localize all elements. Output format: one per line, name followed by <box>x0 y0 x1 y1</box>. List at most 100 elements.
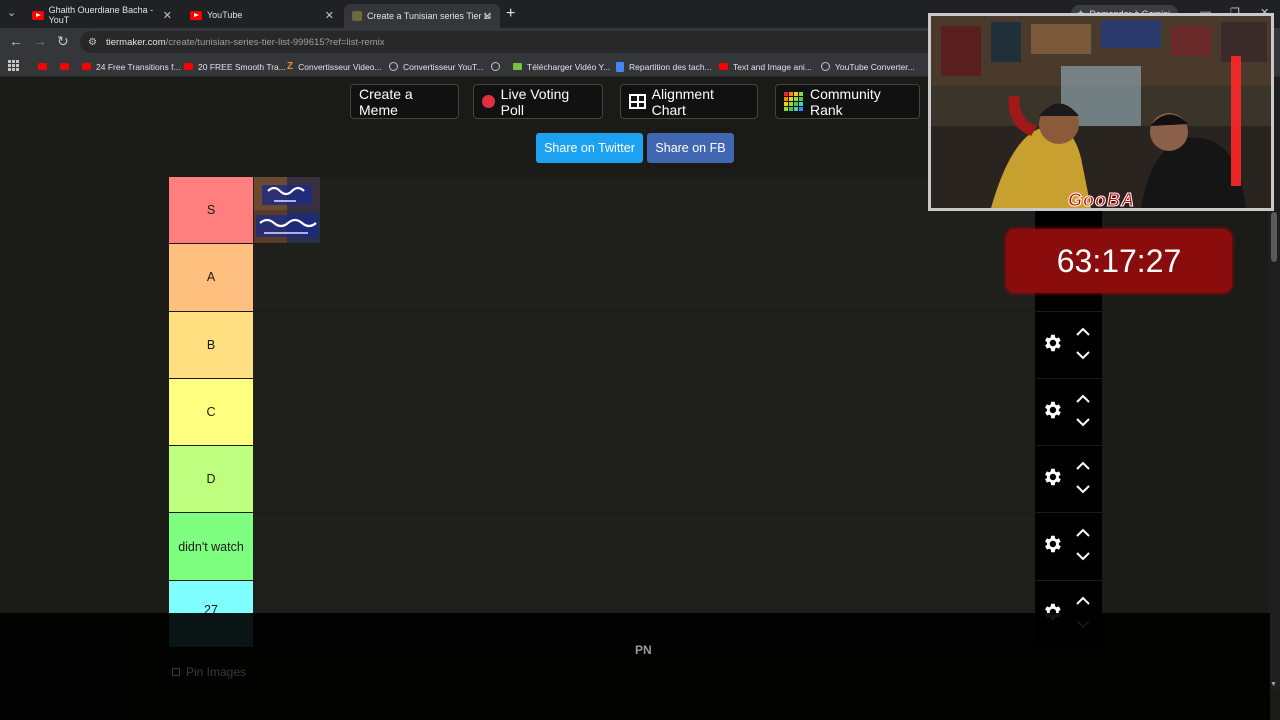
tier-label[interactable]: A <box>169 244 253 311</box>
share-fb-button[interactable]: Share on FB <box>647 133 734 163</box>
move-down-icon[interactable] <box>1075 550 1091 562</box>
tier-row-a: A <box>169 244 1102 312</box>
tier-label[interactable]: S <box>169 177 253 244</box>
youtube-icon <box>190 10 202 20</box>
youtube-icon <box>82 63 91 70</box>
url-host: tiermaker.com <box>105 36 166 48</box>
bookmark-item[interactable]: Convertisseur YouT... <box>389 59 483 74</box>
bookmark-item[interactable]: Z Convertisseur Video... <box>287 59 382 74</box>
webcam-image <box>931 16 1271 208</box>
alignment-chart-button[interactable]: Alignment Chart <box>620 84 758 119</box>
bookmark-label: Convertisseur YouT... <box>403 61 484 72</box>
bookmark-item[interactable]: 20 FREE Smooth Tra... <box>184 59 286 74</box>
community-rank-button[interactable]: Community Rank <box>775 84 920 119</box>
tier-label[interactable]: C <box>169 378 253 446</box>
webcam-feed <box>928 13 1274 211</box>
bookmark-label: Repartition des tach... <box>629 61 712 72</box>
gear-icon[interactable] <box>1041 533 1063 555</box>
scrollbar-thumb[interactable] <box>1271 212 1277 262</box>
share-twitter-button[interactable]: Share on Twitter <box>536 133 643 163</box>
tab-youtube[interactable]: YouTube ✕ <box>182 4 342 26</box>
move-up-icon[interactable] <box>1075 326 1091 338</box>
bookmark-globe[interactable] <box>491 59 505 74</box>
stream-timer: 63:17:27 <box>1006 229 1232 293</box>
tier-label[interactable]: D <box>169 446 253 513</box>
tier-row-d: D <box>169 446 1102 514</box>
overlay-caption: PN <box>635 643 652 657</box>
bookmark-item[interactable]: 24 Free Transitions f... <box>82 59 181 74</box>
bookmark-item[interactable]: Télécharger Vidéo Y... <box>513 59 610 74</box>
bookmark-label: 20 FREE Smooth Tra... <box>198 61 286 72</box>
pin-images-toggle[interactable]: Pin Images <box>172 665 246 679</box>
tier-controls <box>1035 446 1102 513</box>
tiermaker-icon <box>352 11 362 21</box>
tab-title: YouTube <box>207 10 243 20</box>
tier-controls <box>1035 311 1102 378</box>
tier-controls <box>1035 378 1102 446</box>
new-tab-icon[interactable]: + <box>506 5 515 23</box>
create-meme-button[interactable]: Create a Meme <box>350 84 459 119</box>
gear-icon[interactable] <box>1041 399 1063 421</box>
pin-images-label: Pin Images <box>186 665 247 679</box>
bookmark-youtube-2[interactable] <box>60 59 74 74</box>
url-path: /create/tunisian-series-tier-list-999615… <box>165 36 385 48</box>
z-logo-icon: Z <box>287 61 294 72</box>
apps-grid-icon[interactable] <box>8 60 19 71</box>
tier-row-b: B <box>169 311 1102 379</box>
youtube-icon <box>184 63 193 70</box>
tier-drop-zone[interactable] <box>253 446 1035 513</box>
close-tab-icon[interactable]: ✕ <box>325 9 334 22</box>
alignment-label: Alignment Chart <box>651 85 714 118</box>
live-voting-poll-button[interactable]: Live Voting Poll <box>473 84 603 119</box>
tab-title: Create a Tunisian series Tier Li <box>367 11 492 21</box>
series-thumbnail[interactable] <box>254 177 320 243</box>
bookmark-youtube-1[interactable] <box>38 59 52 74</box>
tier-row-c: C <box>169 378 1102 447</box>
move-up-icon[interactable] <box>1075 527 1091 539</box>
move-down-icon[interactable] <box>1075 349 1091 361</box>
create-meme-label: Create a Meme <box>359 85 413 118</box>
address-bar[interactable]: ⚙ tiermaker.com/create/tunisian-series-t… <box>80 31 940 53</box>
tier-controls <box>1035 513 1102 580</box>
youtube-icon <box>38 63 47 70</box>
bookmark-label: 24 Free Transitions f... <box>96 61 181 72</box>
move-up-icon[interactable] <box>1075 460 1091 472</box>
close-tab-icon[interactable]: ✕ <box>163 9 172 22</box>
tier-drop-zone[interactable] <box>253 378 1035 446</box>
tier-drop-zone[interactable] <box>253 177 1035 244</box>
live-voting-label: Live Voting Poll <box>500 85 570 118</box>
tier-drop-zone[interactable] <box>253 513 1035 580</box>
tier-drop-zone[interactable] <box>253 244 1035 311</box>
bookmark-item[interactable]: YouTube Converter... <box>821 59 915 74</box>
community-grid-icon <box>784 92 803 111</box>
site-info-icon[interactable]: ⚙ <box>88 37 97 48</box>
tier-drop-zone[interactable] <box>253 311 1035 378</box>
move-down-icon[interactable] <box>1075 483 1091 495</box>
bookmark-item[interactable]: Repartition des tach... <box>616 59 712 74</box>
tab-search-chevron-icon[interactable]: ⌄ <box>7 6 21 20</box>
youtube-icon <box>32 10 44 20</box>
tab-ghaith[interactable]: Ghaith Ouerdiane Bacha - YouT ✕ <box>24 4 180 26</box>
gear-icon[interactable] <box>1041 332 1063 354</box>
globe-icon <box>491 62 500 71</box>
gear-icon[interactable] <box>1041 466 1063 488</box>
community-label: Community Rank <box>810 85 881 118</box>
bookmark-item[interactable]: Text and Image ani... <box>719 59 812 74</box>
youtube-icon <box>60 63 69 70</box>
tier-label[interactable]: B <box>169 311 253 378</box>
download-icon <box>513 63 522 70</box>
close-tab-icon[interactable]: ✕ <box>483 10 492 23</box>
scroll-down-arrow-icon[interactable]: ▼ <box>1270 681 1277 688</box>
back-icon[interactable]: ← <box>9 34 23 48</box>
tab-tiermaker[interactable]: Create a Tunisian series Tier Li ✕ <box>344 4 500 28</box>
streamer-logo: GooBA <box>1068 190 1135 211</box>
forward-icon[interactable]: → <box>33 34 47 48</box>
tier-label[interactable]: didn't watch <box>169 513 253 580</box>
tier-row-didnt-watch: didn't watch <box>169 513 1102 581</box>
globe-icon <box>821 62 830 71</box>
move-up-icon[interactable] <box>1075 595 1091 607</box>
move-up-icon[interactable] <box>1075 393 1091 405</box>
move-down-icon[interactable] <box>1075 416 1091 428</box>
reload-icon[interactable]: ↻ <box>57 34 69 48</box>
globe-icon <box>389 62 398 71</box>
